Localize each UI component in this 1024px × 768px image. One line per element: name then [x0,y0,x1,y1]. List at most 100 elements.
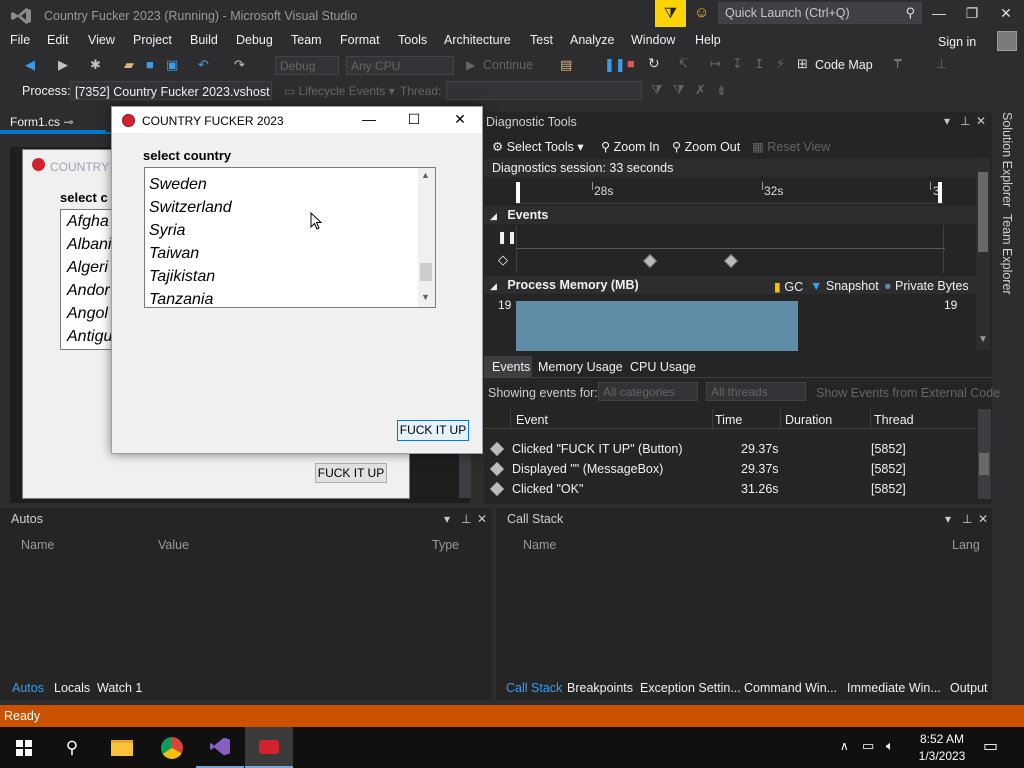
zoom-out-button[interactable]: ⚲ Zoom Out [672,139,740,154]
table-row[interactable]: Clicked "FUCK IT UP" (Button) 29.37s [58… [484,439,976,459]
menu-build[interactable]: Build [190,33,218,47]
column-type[interactable]: Type [432,538,459,552]
tab-call-stack[interactable]: Call Stack [506,681,562,695]
solution-explorer-tab[interactable]: Solution Explorer [1000,112,1014,207]
events-scrollbar[interactable] [978,409,991,499]
solution-platform-select[interactable]: Any CPU [346,56,454,75]
designer-country-list[interactable]: Afgha Albani Algeri Andor Angol Antigu [60,209,112,350]
pin-icon[interactable]: ⊸ [63,115,73,129]
tab-events[interactable]: Events [492,360,530,374]
column-name[interactable]: Name [523,538,556,552]
collapse-icon[interactable]: ◢ [490,211,497,221]
menu-file[interactable]: File [10,33,30,47]
scroll-down-icon[interactable]: ▼ [421,292,430,302]
events-scroll-thumb[interactable] [979,453,989,475]
close-button[interactable]: ✕ [992,5,1020,25]
volume-icon[interactable]: 🔈︎ [886,738,894,754]
menu-project[interactable]: Project [133,33,172,47]
events-track[interactable] [516,225,945,273]
timeline-start-marker[interactable] [516,182,520,203]
column-name[interactable]: Name [21,538,54,552]
timeline-ruler[interactable]: 28s 32s 3 [516,182,944,204]
taskbar-search-icon[interactable]: ⚲ [48,727,96,768]
select-tools-button[interactable]: ⚙ Select Tools ▾ [492,139,584,154]
network-icon[interactable]: ▭ [862,738,874,754]
scroll-down-icon[interactable]: ▼ [978,334,988,345]
tab-breakpoints[interactable]: Breakpoints [567,681,633,695]
process-icon[interactable]: ▤ [560,57,572,73]
column-language[interactable]: Lang [952,538,980,552]
tab-command-window[interactable]: Command Win... [744,681,837,695]
notification-filter-icon[interactable]: ⧩ [655,0,686,27]
event-marker[interactable] [642,253,658,269]
column-event[interactable]: Event [516,413,548,427]
stop-debugging-icon[interactable]: ■ [627,56,635,71]
hexadecimal-icon[interactable]: ⚚ [892,56,904,72]
menu-format[interactable]: Format [340,33,380,47]
sign-in-link[interactable]: Sign in [938,35,976,49]
clock-date[interactable]: 1/3/2023 [912,749,972,763]
quick-launch-input[interactable]: Quick Launch (Ctrl+Q) ⚲ [718,2,922,24]
thread-select[interactable] [446,81,642,100]
designer-scrollbar[interactable] [459,452,471,498]
maximize-button[interactable]: ❐ [958,5,986,25]
menu-team[interactable]: Team [291,33,322,47]
visual-studio-taskbar-icon[interactable] [196,727,244,768]
menu-view[interactable]: View [88,33,115,47]
chrome-icon[interactable] [148,727,196,768]
list-item[interactable]: Tajikistan [145,265,435,288]
panel-menu-icon[interactable]: ▾ [944,114,950,128]
break-all-icon[interactable]: ❚❚ [604,57,626,73]
open-file-icon[interactable]: ▰ [124,57,134,73]
column-time[interactable]: Time [715,413,742,427]
panel-pin-icon[interactable]: ⊥ [962,512,972,526]
clock-time[interactable]: 8:52 AM [912,732,972,746]
tab-output[interactable]: Output [950,681,988,695]
panel-close-icon[interactable]: ✕ [477,512,487,526]
panel-menu-icon[interactable]: ▾ [444,512,450,526]
new-project-icon[interactable]: ✱ [90,57,101,73]
undo-icon[interactable]: ↶ [198,57,209,73]
tab-exception-settings[interactable]: Exception Settin... [640,681,741,695]
zoom-in-button[interactable]: ⚲ Zoom In [601,139,660,154]
file-explorer-icon[interactable] [98,727,146,768]
diag-scrollbar[interactable]: ▼ [976,158,990,350]
menu-help[interactable]: Help [695,33,721,47]
scroll-thumb[interactable] [420,263,432,281]
memory-graph[interactable] [516,301,944,351]
listbox-scrollbar[interactable]: ▲ ▼ [418,168,435,307]
app-close-button[interactable]: ✕ [445,111,475,128]
fuck-it-up-button[interactable]: FUCK IT UP [397,420,469,441]
column-duration[interactable]: Duration [785,413,832,427]
menu-test[interactable]: Test [530,33,553,47]
list-item[interactable]: Sweden [145,173,435,196]
tab-cpu-usage[interactable]: CPU Usage [630,360,696,374]
column-value[interactable]: Value [158,538,189,552]
redo-icon[interactable]: ↷ [234,57,245,73]
menu-analyze[interactable]: Analyze [570,33,614,47]
navigate-forward-icon[interactable]: ▶ [58,57,68,73]
panel-close-icon[interactable]: ✕ [978,512,988,526]
team-explorer-tab[interactable]: Team Explorer [1000,214,1014,295]
tab-immediate-window[interactable]: Immediate Win... [847,681,941,695]
events-section-header[interactable]: ◢ Events [484,206,976,224]
feedback-smiley-icon[interactable]: ☺ [694,4,709,21]
category-filter-select[interactable]: All categories [598,382,698,401]
country-app-taskbar-icon[interactable] [245,727,293,768]
tab-locals[interactable]: Locals [54,681,90,695]
list-item[interactable]: Syria [145,219,435,242]
column-thread[interactable]: Thread [874,413,914,427]
diag-scroll-thumb[interactable] [978,172,988,252]
continue-button[interactable]: Continue [483,58,533,72]
app-minimize-button[interactable]: — [354,111,384,127]
notifications-icon[interactable]: ▭ [983,736,998,756]
table-row[interactable]: Clicked "OK" 31.26s [5852] [484,479,976,499]
navigate-back-icon[interactable]: ◀ [25,57,35,73]
tab-watch-1[interactable]: Watch 1 [97,681,142,695]
timeline-end-marker[interactable] [938,182,942,203]
list-item[interactable]: Switzerland [145,196,435,219]
tab-memory-usage[interactable]: Memory Usage [538,360,623,374]
start-button[interactable] [0,727,48,768]
menu-debug[interactable]: Debug [236,33,273,47]
list-item[interactable]: Tanzania [145,288,435,307]
